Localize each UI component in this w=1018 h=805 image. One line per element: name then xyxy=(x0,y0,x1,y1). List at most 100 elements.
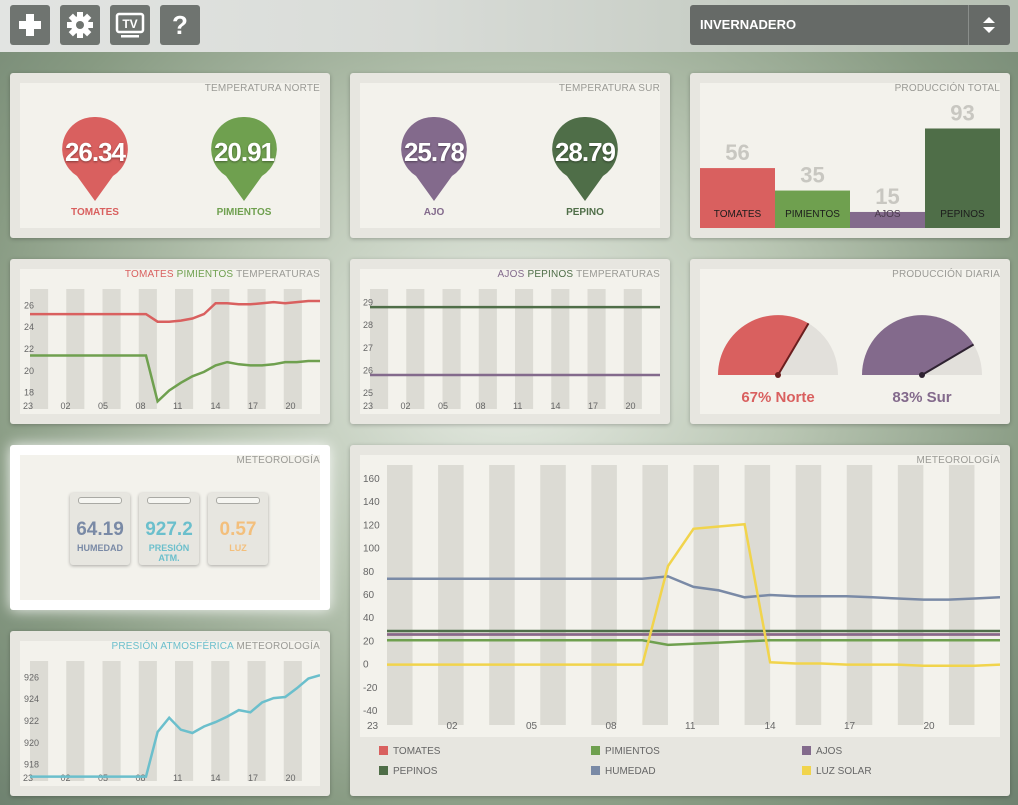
humedad-meter: 64.19 HUMEDAD xyxy=(70,493,130,565)
y-tick-label: 140 xyxy=(363,497,380,508)
pin-label: TOMATES xyxy=(71,207,119,218)
y-tick-label: 24 xyxy=(24,322,34,332)
settings-button[interactable] xyxy=(60,5,100,45)
legend-item-humedad: HUMEDAD xyxy=(591,766,656,777)
x-tick-label: 17 xyxy=(248,401,258,411)
x-tick-label: 14 xyxy=(211,401,221,411)
x-tick-label: 11 xyxy=(173,773,182,783)
presion-line-chart: 918 920 922 924 926 23 02 05 08 11 14 17 20 xyxy=(23,661,320,783)
y-tick-label: 40 xyxy=(363,613,375,624)
x-tick-label: 23 xyxy=(23,773,33,783)
x-tick-label: 08 xyxy=(136,401,146,411)
x-tick-label: 08 xyxy=(606,721,618,732)
produccion-diaria-panel: PRODUCCIÓN DIARIA 67% Norte 83% Sur xyxy=(690,259,1010,424)
x-tick-label: 17 xyxy=(844,721,856,732)
x-tick-label: 20 xyxy=(286,401,296,411)
greenhouse-selector[interactable]: INVERNADERO xyxy=(690,5,1010,45)
x-tick-label: 17 xyxy=(588,401,598,411)
x-tick-label: 14 xyxy=(211,773,221,783)
bar-value-label: 35 xyxy=(800,163,824,188)
pin-tomates: 26.34 xyxy=(61,115,129,201)
tv-icon: TV xyxy=(115,12,145,38)
x-tick-label: 02 xyxy=(61,773,71,783)
pin-label: PEPINO xyxy=(566,207,604,218)
legend-item-pimientos: PIMIENTOS xyxy=(591,746,660,757)
pin-value: 26.34 xyxy=(64,137,126,167)
x-tick-label: 05 xyxy=(438,401,448,411)
panel-title: METEOROLOGÍA xyxy=(236,455,320,466)
meteorologia-chart-panel: METEOROLOGÍA -40 -20 0 20 40 60 80 100 120 140 160… xyxy=(350,445,1010,796)
produccion-total-panel: PRODUCCIÓN TOTAL 56 TOMATES 35 PIMIENTOS 15 A… xyxy=(690,73,1010,238)
legend-item-pepinos: PEPINOS xyxy=(379,766,437,777)
tv-button[interactable]: TV xyxy=(110,5,150,45)
tomates-pimientos-temperaturas-panel: TOMATES PIMIENTOS TEMPERATURAS 18 20 22 24 2… xyxy=(10,259,330,424)
x-tick-label: 11 xyxy=(685,721,696,732)
presion-meter: 927.2 PRESIÓN ATM. xyxy=(139,493,199,565)
legend-item-luz-solar: LUZ SOLAR xyxy=(802,766,872,777)
legend-label: PEPINOS xyxy=(393,766,438,777)
y-tick-label: 120 xyxy=(363,520,380,531)
clip-icon xyxy=(216,497,260,504)
x-tick-label: 20 xyxy=(924,721,936,732)
gauge-label: 67% Norte xyxy=(741,389,814,406)
clip-icon xyxy=(147,497,191,504)
y-tick-label: -40 xyxy=(363,706,378,717)
produccion-diaria-gauges: 67% Norte 83% Sur xyxy=(718,315,982,406)
gauge-pivot xyxy=(919,372,925,378)
y-tick-label: 28 xyxy=(363,320,373,330)
bar-category-label: PIMIENTOS xyxy=(785,209,840,220)
pin-label: PIMIENTOS xyxy=(216,207,272,218)
y-tick-label: 60 xyxy=(363,590,375,601)
legend-label: LUZ SOLAR xyxy=(816,766,872,777)
legend-item-ajos: AJOS xyxy=(802,746,842,757)
gauge-label: 83% Sur xyxy=(892,389,951,406)
y-tick-label: 926 xyxy=(24,672,39,682)
gauge-pivot xyxy=(775,372,781,378)
x-tick-label: 02 xyxy=(401,401,411,411)
legend-label: AJOS xyxy=(816,746,843,757)
y-tick-label: 26 xyxy=(24,300,34,310)
help-button[interactable]: ? xyxy=(160,5,200,45)
meter-value: 927.2 xyxy=(145,519,193,540)
question-icon: ? xyxy=(172,9,188,40)
x-tick-label: 11 xyxy=(513,401,522,411)
meteorologia-summary-panel[interactable]: METEOROLOGÍA 64.19 HUMEDAD 927.2 PRESIÓN… xyxy=(10,445,330,610)
meter-label: LUZ xyxy=(229,543,247,553)
y-tick-label: 924 xyxy=(24,694,39,704)
x-tick-label: 23 xyxy=(367,721,379,732)
add-button[interactable] xyxy=(10,5,50,45)
y-tick-label: 920 xyxy=(24,738,39,748)
legend-item-tomates: TOMATES xyxy=(379,746,440,757)
x-tick-label: 23 xyxy=(363,401,373,411)
y-tick-label: 918 xyxy=(24,760,39,770)
ajos-pepinos-temperaturas-panel: AJOS PEPINOS TEMPERATURAS 25 26 27 28 29 23 02… xyxy=(350,259,670,424)
bar-category-label: AJOS xyxy=(874,209,900,220)
x-tick-label: 05 xyxy=(98,401,108,411)
x-tick-label: 05 xyxy=(526,721,538,732)
bar-value-label: 56 xyxy=(725,140,749,165)
meteorologia-line-chart: -40 -20 0 20 40 60 80 100 120 140 160 23 02 05 08 11 14 1… xyxy=(363,465,1000,732)
pin-value: 20.91 xyxy=(213,137,275,167)
bar-value-label: 15 xyxy=(875,184,899,209)
gear-icon xyxy=(67,12,93,38)
y-tick-label: 80 xyxy=(363,567,375,578)
legend-label: HUMEDAD xyxy=(605,766,656,777)
selector-value: INVERNADERO xyxy=(700,17,797,32)
up-down-arrows-icon[interactable] xyxy=(982,16,996,34)
y-tick-label: 922 xyxy=(24,716,39,726)
bar-value-label: 93 xyxy=(950,100,974,125)
legend-label: PIMIENTOS xyxy=(605,746,660,757)
pin-pimientos: 20.91 xyxy=(210,115,278,201)
y-tick-label: 22 xyxy=(24,344,34,354)
y-tick-label: 25 xyxy=(363,388,373,398)
meter-value: 0.57 xyxy=(219,519,257,540)
top-toolbar: TV ? INVERNADERO xyxy=(0,0,1018,52)
pin-value: 25.78 xyxy=(403,137,465,167)
pin-ajo: 25.78 xyxy=(400,115,468,201)
x-tick-label: 20 xyxy=(626,401,636,411)
presion-atmosferica-panel: PRESIÓN ATMOSFÉRICA METEOROLOGÍA 918 920 9… xyxy=(10,631,330,796)
x-tick-label: 02 xyxy=(447,721,459,732)
x-tick-label: 14 xyxy=(765,721,777,732)
y-tick-label: 0 xyxy=(363,660,369,671)
panel-title: TEMPERATURA SUR xyxy=(558,83,660,94)
